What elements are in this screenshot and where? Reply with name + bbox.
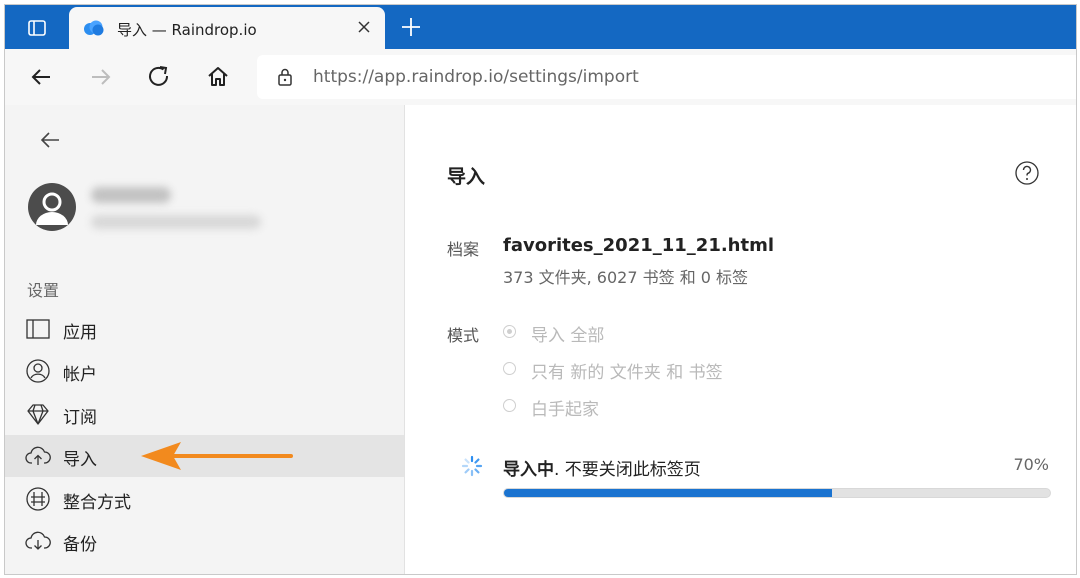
help-icon[interactable] (1014, 160, 1040, 186)
tab-actions-icon (28, 20, 46, 36)
lock-icon[interactable] (277, 68, 293, 86)
user-name-blurred (91, 187, 171, 203)
sidebar-item-account[interactable]: 帐户 (5, 350, 404, 392)
mode-option-new-only[interactable]: 只有 新的 文件夹 和 书签 (503, 358, 803, 383)
app-panel-icon (26, 319, 50, 339)
url-path: /settings/import (503, 67, 639, 87)
forward-arrow-icon[interactable] (87, 63, 115, 91)
sidebar-item-label: 导入 (63, 450, 97, 470)
new-tab-icon[interactable] (397, 13, 425, 41)
active-tab[interactable]: 导入 — Raindrop.io (69, 7, 385, 49)
close-tab-icon[interactable] (355, 18, 373, 36)
status-rest: . 不要关闭此标签页 (554, 460, 701, 480)
mode-option-from-scratch[interactable]: 白手起家 (503, 395, 803, 420)
radio-selected[interactable] (503, 325, 516, 338)
user-email-blurred (91, 215, 261, 229)
settings-sidebar: 设置 应用 帐户 订阅 导入 整合方式 备份 (5, 105, 405, 574)
sidebar-item-label: 订阅 (63, 408, 97, 428)
sidebar-item-apps[interactable]: 应用 (5, 308, 404, 350)
user-avatar-icon (36, 192, 68, 225)
avatar[interactable] (28, 183, 76, 231)
back-arrow-icon[interactable] (27, 63, 55, 91)
sidebar-item-label: 整合方式 (63, 493, 131, 513)
sidebar-item-subscription[interactable]: 订阅 (5, 393, 404, 435)
mode-option-label: 导入 全部 (531, 326, 605, 346)
loading-spinner-icon (461, 455, 483, 477)
sidebar-item-label: 应用 (63, 323, 97, 343)
mode-option-import-all[interactable]: 导入 全部 (503, 321, 803, 346)
import-status: 导入中. 不要关闭此标签页 (503, 455, 701, 480)
settings-section-label: 设置 (27, 281, 60, 300)
cloud-upload-icon (25, 446, 51, 465)
page-title: 导入 (447, 166, 486, 188)
home-icon[interactable] (204, 63, 232, 91)
radio-unselected[interactable] (503, 399, 516, 412)
back-icon[interactable] (37, 127, 63, 153)
sidebar-item-backup[interactable]: 备份 (5, 520, 404, 562)
account-icon (26, 359, 50, 383)
url-text: https://app.raindrop.io/settings/import (313, 67, 639, 87)
progress-bar-fill (504, 489, 832, 497)
cloud-download-icon (25, 531, 51, 550)
integrations-icon (26, 487, 50, 511)
sidebar-item-integrations[interactable]: 整合方式 (5, 478, 404, 520)
address-bar[interactable]: https://app.raindrop.io/settings/import (257, 55, 1076, 99)
status-bold: 导入中 (503, 460, 554, 480)
radio-unselected[interactable] (503, 362, 516, 375)
file-label: 档案 (447, 240, 480, 259)
tab-bar: 导入 — Raindrop.io (5, 5, 1076, 49)
file-name: favorites_2021_11_21.html (503, 235, 775, 256)
sidebar-item-label: 帐户 (63, 365, 97, 385)
progress-bar (503, 488, 1051, 498)
progress-percent: 70% (1013, 455, 1049, 474)
import-panel: 导入 档案 favorites_2021_11_21.html 373 文件夹,… (405, 105, 1076, 574)
annotation-arrow-icon (141, 442, 293, 470)
tab-title: 导入 — Raindrop.io (117, 21, 257, 39)
browser-window: 导入 — Raindrop.io https://app.raindrop.io… (4, 4, 1077, 575)
sidebar-item-label: 备份 (63, 535, 97, 555)
mode-option-label: 白手起家 (531, 400, 599, 420)
url-host: https://app.raindrop.io (313, 67, 504, 87)
file-stats: 373 文件夹, 6027 书签 和 0 标签 (503, 268, 749, 287)
diamond-icon (27, 404, 49, 425)
browser-toolbar: https://app.raindrop.io/settings/import (5, 49, 1076, 106)
refresh-icon[interactable] (145, 63, 173, 91)
tab-actions-button[interactable] (15, 13, 59, 43)
mode-option-label: 只有 新的 文件夹 和 书签 (531, 363, 723, 383)
raindrop-favicon-icon (84, 20, 104, 36)
mode-label: 模式 (447, 326, 480, 345)
